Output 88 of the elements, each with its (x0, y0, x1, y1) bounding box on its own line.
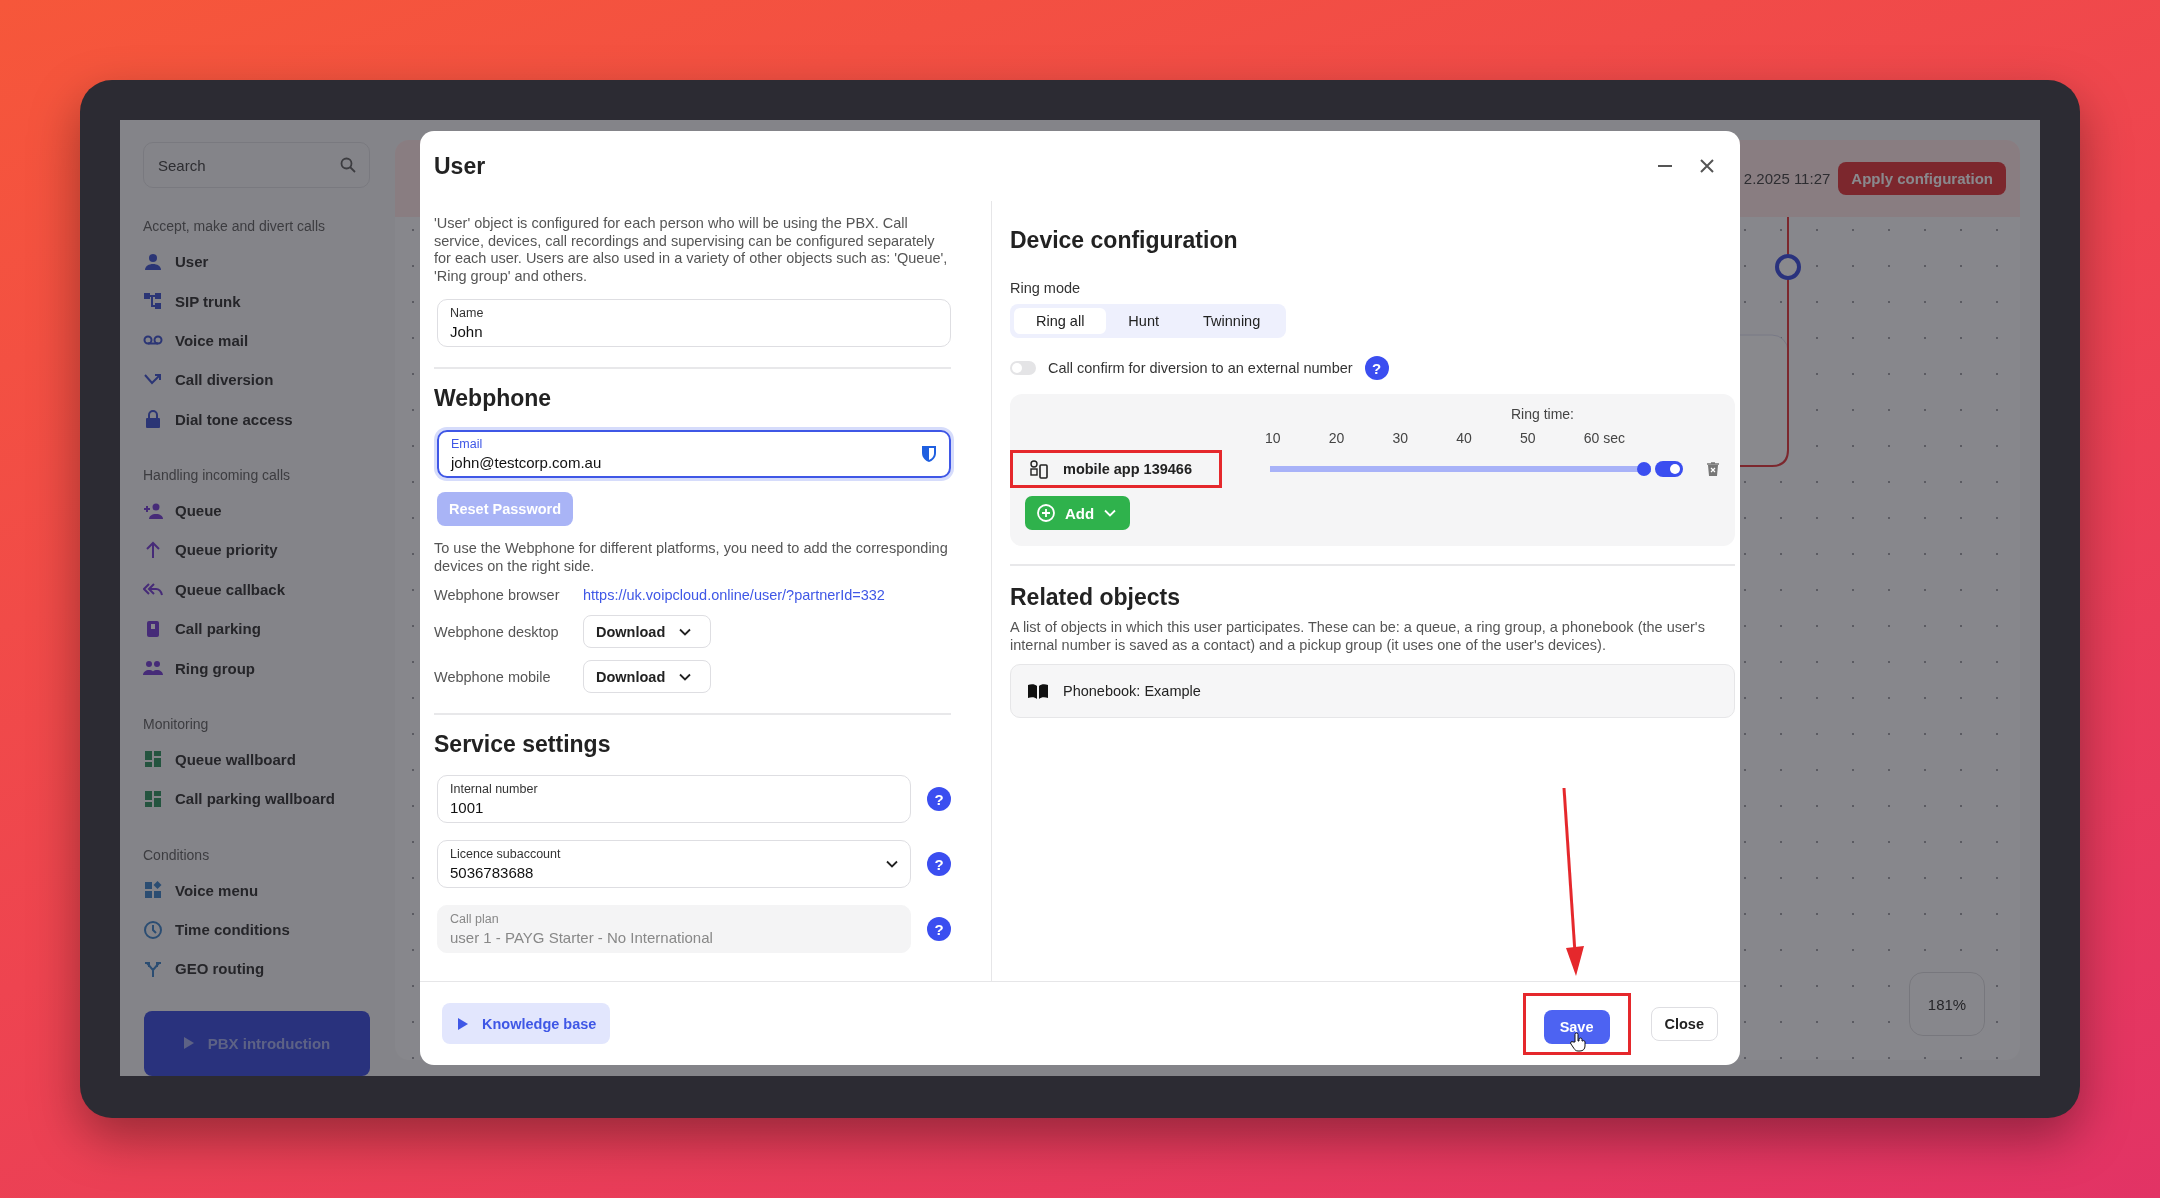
sidebar-item[interactable]: Queue wallboard (175, 750, 296, 768)
email-field[interactable]: Email john@testcorp.com.au (437, 430, 951, 478)
grid-icon (143, 788, 163, 809)
grid-icon (143, 749, 163, 770)
sidebar-item[interactable]: Call diversion (175, 371, 274, 389)
section-heading: Accept, make and divert calls (143, 218, 327, 234)
select-field[interactable]: Licence subaccount 5036783688 (437, 840, 911, 888)
close-button[interactable]: Close (1650, 1006, 1718, 1041)
tick-label: 40 (1456, 430, 1472, 446)
lock-icon (143, 409, 163, 430)
clock-icon (143, 919, 163, 940)
shield-icon (921, 445, 937, 463)
section-heading: Webphone (434, 385, 553, 412)
sidebar-item[interactable]: GEO routing (175, 960, 265, 978)
input-field[interactable]: Internal number 1001 (437, 775, 911, 823)
sidebar-item[interactable]: Dial tone access (175, 410, 293, 428)
sidebar-item[interactable]: User (175, 253, 209, 271)
related-object[interactable]: Phonebook: Example (1010, 664, 1735, 718)
related-object-label: Phonebook: Example (1063, 683, 1201, 699)
ring-mode-option[interactable]: Twinning (1181, 308, 1283, 334)
dialog-description: 'User' object is configured for each person who will be using the PBX. Call service, devices, call recordings and supervising can be configured separately for each user. Users are also used in a variety of other objects such as: 'Queue', 'Ring group' and others. (434, 215, 949, 285)
ring-mode-option[interactable]: Ring all (1014, 308, 1107, 334)
sidebar-item[interactable]: Voice mail (175, 331, 249, 349)
person-icon (143, 251, 163, 272)
section-heading: Monitoring (143, 715, 210, 732)
toggle-switch[interactable] (1655, 461, 1683, 477)
field-label: Ring mode (1010, 280, 1082, 296)
sidebar-item[interactable]: Queue (175, 502, 222, 520)
plus-circle-icon (1037, 504, 1055, 522)
play-icon (458, 1017, 468, 1030)
ring-time-label: Ring time: (1511, 406, 1574, 422)
chevron-down-icon (679, 627, 692, 636)
device-name: mobile app 139466 (1063, 461, 1192, 477)
hand-cursor-icon (1569, 1031, 1586, 1052)
dialog-title: User (434, 152, 487, 180)
phone-icon (1029, 459, 1049, 479)
sidebar-item[interactable]: Call parking wallboard (175, 790, 336, 808)
sidebar-item[interactable]: Queue priority (175, 541, 278, 559)
tick-label: 30 (1392, 430, 1409, 446)
search-icon (340, 157, 356, 173)
download-button[interactable]: Download (583, 660, 711, 693)
chevron-down-icon (886, 860, 898, 868)
zoom-level[interactable]: 181% (1909, 972, 1985, 1036)
section-heading: Conditions (143, 846, 211, 863)
minimize-icon[interactable] (1658, 164, 1672, 168)
section-heading: Handling incoming calls (143, 466, 292, 483)
sidebar-item[interactable]: Call parking (175, 620, 261, 638)
ring-mode-option[interactable]: Hunt (1106, 308, 1181, 334)
knowledge-base-button[interactable]: Knowledge base (442, 1003, 611, 1044)
sidebar-item[interactable]: SIP trunk (175, 292, 241, 310)
apply-button[interactable]: Apply configuration (1838, 162, 2006, 195)
timestamp: 2.2025 11:27 (1743, 170, 1831, 187)
sidebar-item[interactable]: Queue callback (175, 580, 286, 598)
toggle-label: Call confirm for diversion to an external number (1048, 360, 1353, 376)
search-field[interactable]: Search (143, 142, 370, 188)
grid-icon (143, 880, 163, 901)
tick-label: 60 sec (1583, 430, 1625, 446)
help-icon[interactable]: ? (927, 787, 951, 811)
row-label: Webphone browser (434, 587, 561, 603)
related-description: A list of objects in which this user participates. These can be: a queue, a ring group, a phonebook (the user's internal number is saved as a contact) and a pickup group (it uses one of the user's devices). (1010, 619, 1706, 654)
webphone-note: To use the Webphone for different platforms, you need to add the corresponding devices on the right side. (434, 540, 949, 575)
trash-icon[interactable] (1707, 462, 1719, 476)
chevron-down-icon (679, 672, 692, 681)
save-button[interactable]: Save (1543, 1009, 1610, 1044)
help-icon[interactable]: ? (1364, 356, 1389, 380)
add-button[interactable]: Add (1025, 496, 1131, 530)
row-label: Webphone mobile (434, 668, 552, 685)
toggle-switch[interactable] (1010, 361, 1036, 375)
section-heading: Service settings (434, 731, 612, 758)
row-label: Webphone desktop (434, 623, 560, 640)
section-heading: Related objects (1010, 584, 1181, 611)
sidebar-item[interactable]: Ring group (175, 659, 255, 677)
webphone-link[interactable]: https://uk.voipcloud.online/user/?partnerId=332 (583, 587, 885, 603)
tick-label: 10 (1265, 430, 1281, 446)
chevron-down-icon (1104, 509, 1117, 517)
help-icon[interactable]: ? (927, 852, 951, 876)
download-button[interactable]: Download (583, 615, 711, 648)
sidebar-item[interactable]: Voice menu (175, 881, 259, 899)
play-icon (183, 1037, 194, 1050)
nodes-icon (143, 291, 163, 312)
tick-label: 50 (1520, 430, 1536, 446)
close-icon[interactable] (1700, 159, 1714, 173)
name-field[interactable]: Name John (437, 299, 951, 347)
tick-label: 20 (1328, 430, 1345, 446)
sidebar-item[interactable]: Time conditions (175, 921, 290, 939)
port-node[interactable] (1775, 254, 1801, 280)
book-icon (1027, 683, 1049, 699)
section-heading: Device configuration (1010, 227, 1239, 254)
